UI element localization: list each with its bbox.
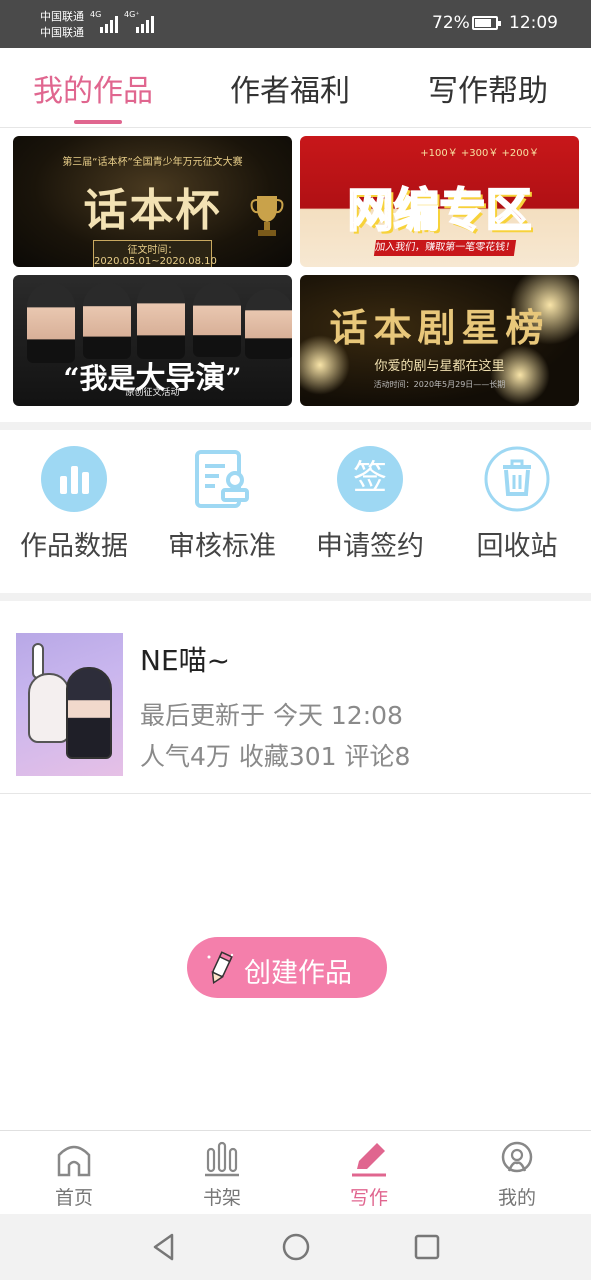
create-work-button[interactable]: 创建作品 xyxy=(187,937,387,998)
nav-mine-label: 我的 xyxy=(497,1187,536,1209)
recents-square-icon[interactable] xyxy=(412,1232,442,1262)
nav-write[interactable]: 写作 xyxy=(295,1131,443,1215)
section-divider xyxy=(0,593,591,601)
banner-net-editor-money: +100￥ +300￥ +200￥ xyxy=(420,148,539,159)
action-review-standards-label: 审核标准 xyxy=(168,531,276,562)
nav-home-label: 首页 xyxy=(54,1187,93,1209)
nav-home[interactable]: 首页 xyxy=(0,1131,148,1215)
work-list-item[interactable]: NE喵~ 最后更新于 今天 12:08 人气4万 收藏301 评论8 xyxy=(0,609,591,794)
battery-percent: 72% xyxy=(432,13,470,33)
action-apply-contract[interactable]: 签 申请签约 xyxy=(296,446,444,563)
banner-star-ranking-date: 活动时间：2020年5月29日——长期 xyxy=(373,380,506,389)
work-stats: 人气4万 收藏301 评论8 xyxy=(140,742,411,771)
top-tabs: 我的作品 作者福利 写作帮助 xyxy=(0,48,591,128)
tab-my-works[interactable]: 我的作品 xyxy=(33,66,153,110)
nav-bookshelf[interactable]: 书架 xyxy=(148,1131,296,1215)
action-review-standards[interactable]: 审核标准 xyxy=(148,446,296,563)
section-divider xyxy=(0,422,591,430)
carrier-names: 中国联通 中国联通 xyxy=(40,9,84,41)
status-bar: 中国联通 中国联通 4G 4G⁺ 72% 12:09 xyxy=(0,0,591,48)
work-last-updated: 最后更新于 今天 12:08 xyxy=(140,701,403,730)
nav-bookshelf-label: 书架 xyxy=(202,1187,241,1209)
action-recycle-bin-label: 回收站 xyxy=(476,531,558,562)
carrier-1: 中国联通 xyxy=(40,10,84,23)
sim1-network-type: 4G xyxy=(90,10,102,19)
pencil-icon xyxy=(207,951,234,985)
tab-author-benefits[interactable]: 作者福利 xyxy=(230,66,350,110)
clock: 12:09 xyxy=(509,13,558,33)
profile-icon xyxy=(501,1141,533,1173)
banner-huaben-cup-date: 征文时间：2020.05.01~2020.08.10 xyxy=(93,240,217,267)
banner-big-director-sub: 原创征文活动 xyxy=(125,388,180,398)
banner-net-editor-zone[interactable]: +100￥ +300￥ +200￥ 网编专区 加入我们，赚取第一笔零花钱！ xyxy=(300,136,579,267)
sign-icon: 签 xyxy=(337,446,403,512)
banner-big-director-photo xyxy=(13,275,292,365)
sign-icon-glyph: 签 xyxy=(353,458,387,498)
action-work-data[interactable]: 作品数据 xyxy=(0,446,148,563)
banner-huaben-cup-subtitle: 第三届“话本杯”全国青少年万元征文大赛 xyxy=(62,157,243,168)
bottom-navigation: 首页 书架 写作 我的 xyxy=(0,1130,591,1214)
banner-star-ranking-sub: 你爱的剧与星都在这里 xyxy=(374,359,505,374)
trophy-icon xyxy=(250,196,284,236)
home-icon xyxy=(57,1145,91,1177)
banner-net-editor-title: 网编专区 xyxy=(347,182,533,238)
system-navigation-bar xyxy=(0,1214,591,1280)
banner-big-director[interactable]: “我是大导演” 原创征文活动 xyxy=(13,275,292,406)
action-apply-contract-label: 申请签约 xyxy=(316,531,424,562)
signal-sim1-icon: 4G xyxy=(90,10,120,33)
document-stamp-icon xyxy=(189,446,255,512)
work-title: NE喵~ xyxy=(140,644,231,677)
action-work-data-label: 作品数据 xyxy=(20,531,128,562)
home-circle-icon[interactable] xyxy=(281,1232,311,1262)
create-work-label: 创建作品 xyxy=(244,958,352,989)
work-cover-image xyxy=(16,633,123,776)
bar-chart-icon xyxy=(41,446,107,512)
banner-huaben-cup[interactable]: 第三届“话本杯”全国青少年万元征文大赛 话本杯 征文时间：2020.05.01~… xyxy=(13,136,292,267)
signal-sim2-icon: 4G⁺ xyxy=(124,10,156,33)
carrier-2: 中国联通 xyxy=(40,26,84,39)
tab-writing-help[interactable]: 写作帮助 xyxy=(428,66,548,110)
battery-icon xyxy=(472,16,501,30)
banner-star-ranking[interactable]: 话本剧星榜 你爱的剧与星都在这里 活动时间：2020年5月29日——长期 xyxy=(300,275,579,406)
bookshelf-icon xyxy=(205,1141,239,1177)
nav-write-label: 写作 xyxy=(349,1187,388,1209)
back-icon[interactable] xyxy=(150,1232,180,1262)
active-tab-indicator xyxy=(74,120,122,124)
nav-mine[interactable]: 我的 xyxy=(443,1131,591,1215)
sim2-network-type: 4G⁺ xyxy=(124,10,140,19)
pen-icon xyxy=(352,1143,386,1177)
banner-net-editor-strip: 加入我们，赚取第一笔零花钱！ xyxy=(373,240,517,256)
banner-star-ranking-title: 话本剧星榜 xyxy=(329,305,550,350)
trash-icon xyxy=(484,446,550,512)
action-recycle-bin[interactable]: 回收站 xyxy=(443,446,591,563)
